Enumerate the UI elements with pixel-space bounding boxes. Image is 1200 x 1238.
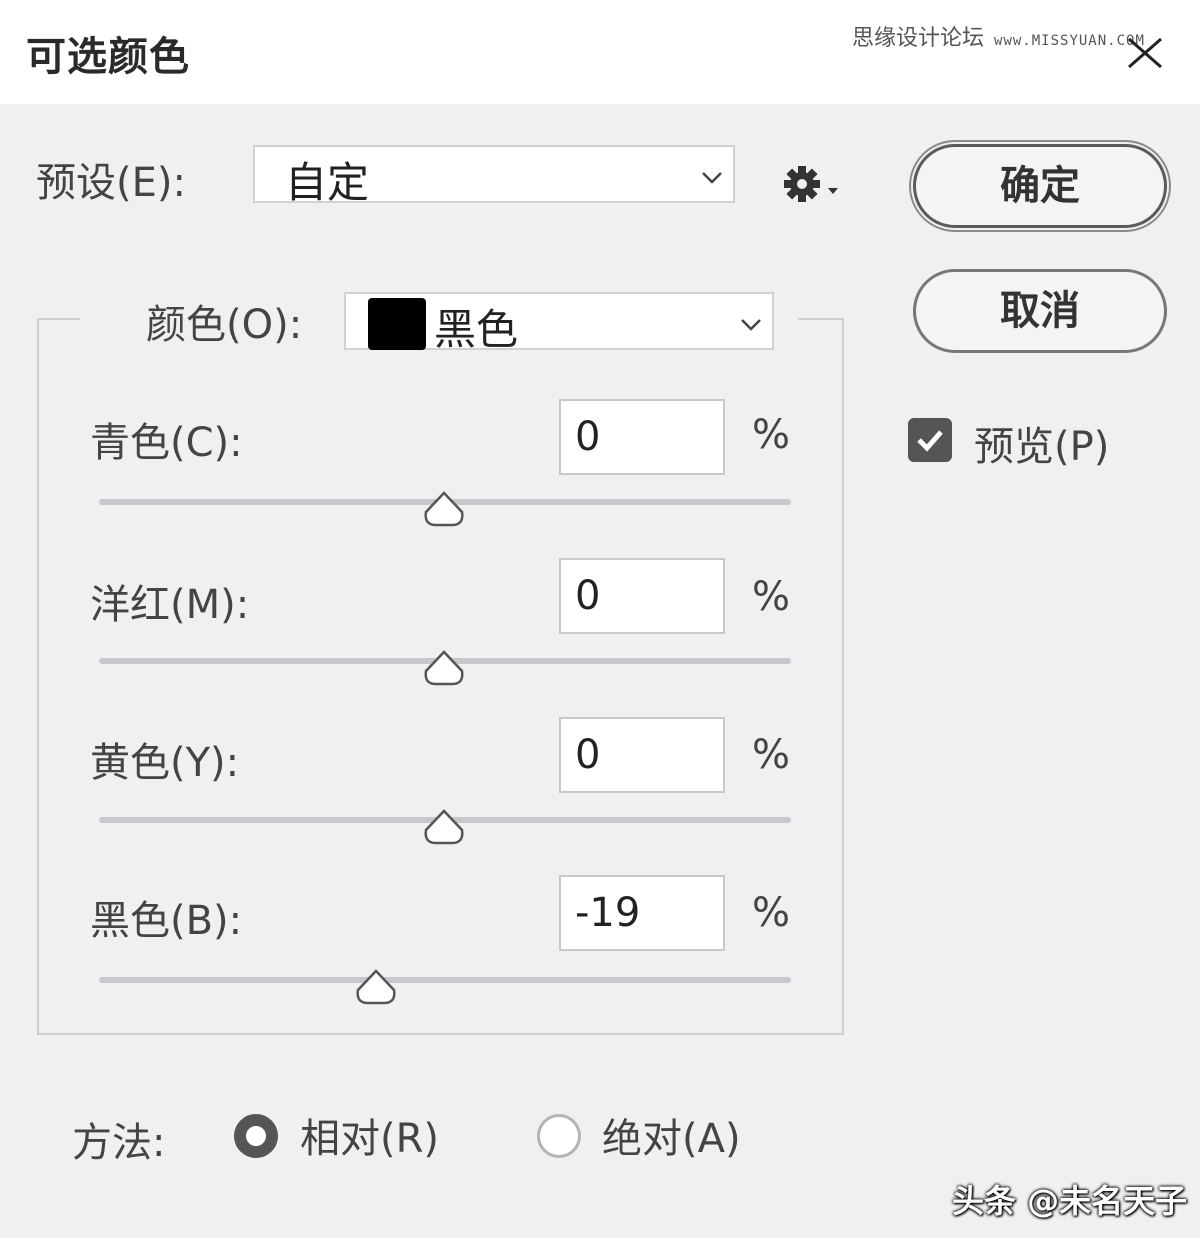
absolute-label: 绝对(A) bbox=[602, 1116, 741, 1162]
cyan-slider-thumb[interactable] bbox=[422, 490, 466, 528]
title-bar: 可选颜色 思缘设计论坛 www.MISSYUAN.COM bbox=[0, 0, 1200, 104]
black-unit: % bbox=[752, 890, 791, 936]
watermark-author: 头条 @未名天子 bbox=[952, 1182, 1188, 1220]
watermark-site: 思缘设计论坛 www.MISSYUAN.COM bbox=[852, 20, 1145, 52]
colors-select[interactable]: 黑色 bbox=[344, 292, 774, 354]
cyan-unit: % bbox=[752, 412, 791, 458]
preview-label: 预览(P) bbox=[974, 424, 1110, 470]
yellow-input[interactable]: 0 bbox=[559, 717, 725, 793]
black-label: 黑色(B): bbox=[90, 898, 243, 944]
watermark-site-name: 思缘设计论坛 bbox=[852, 26, 985, 51]
method-label: 方法: bbox=[72, 1120, 166, 1166]
ok-button[interactable]: 确定 bbox=[913, 144, 1167, 228]
preset-label: 预设(E): bbox=[36, 160, 186, 206]
colors-value: 黑色 bbox=[434, 305, 519, 354]
black-slider-track[interactable] bbox=[99, 977, 791, 983]
preset-select[interactable]: 自定 bbox=[253, 145, 735, 207]
relative-radio[interactable] bbox=[234, 1114, 278, 1158]
colors-label: 颜色(O): bbox=[146, 302, 303, 348]
black-input[interactable]: -19 bbox=[559, 875, 725, 951]
gear-icon bbox=[784, 166, 838, 202]
yellow-unit: % bbox=[752, 732, 791, 778]
relative-label: 相对(R) bbox=[300, 1116, 440, 1162]
cancel-button[interactable]: 取消 bbox=[913, 269, 1167, 353]
preview-checkbox[interactable] bbox=[908, 418, 952, 462]
absolute-radio[interactable] bbox=[537, 1114, 581, 1158]
yellow-slider-thumb[interactable] bbox=[422, 808, 466, 846]
magenta-input[interactable]: 0 bbox=[559, 558, 725, 634]
close-button[interactable] bbox=[1122, 30, 1168, 76]
yellow-label: 黄色(Y): bbox=[90, 740, 240, 786]
cyan-label: 青色(C): bbox=[90, 420, 243, 466]
cyan-input[interactable]: 0 bbox=[559, 399, 725, 475]
checkmark-icon bbox=[917, 430, 943, 452]
chevron-down-icon bbox=[702, 172, 722, 184]
chevron-down-icon bbox=[741, 319, 761, 331]
magenta-label: 洋红(M): bbox=[90, 582, 250, 628]
preset-value: 自定 bbox=[285, 158, 370, 207]
magenta-slider-thumb[interactable] bbox=[422, 649, 466, 687]
magenta-unit: % bbox=[752, 574, 791, 620]
preset-options-button[interactable] bbox=[784, 164, 842, 204]
dialog-title: 可选颜色 bbox=[26, 34, 190, 80]
close-icon bbox=[1128, 37, 1162, 69]
color-swatch bbox=[368, 298, 426, 350]
black-slider-thumb[interactable] bbox=[354, 968, 398, 1006]
